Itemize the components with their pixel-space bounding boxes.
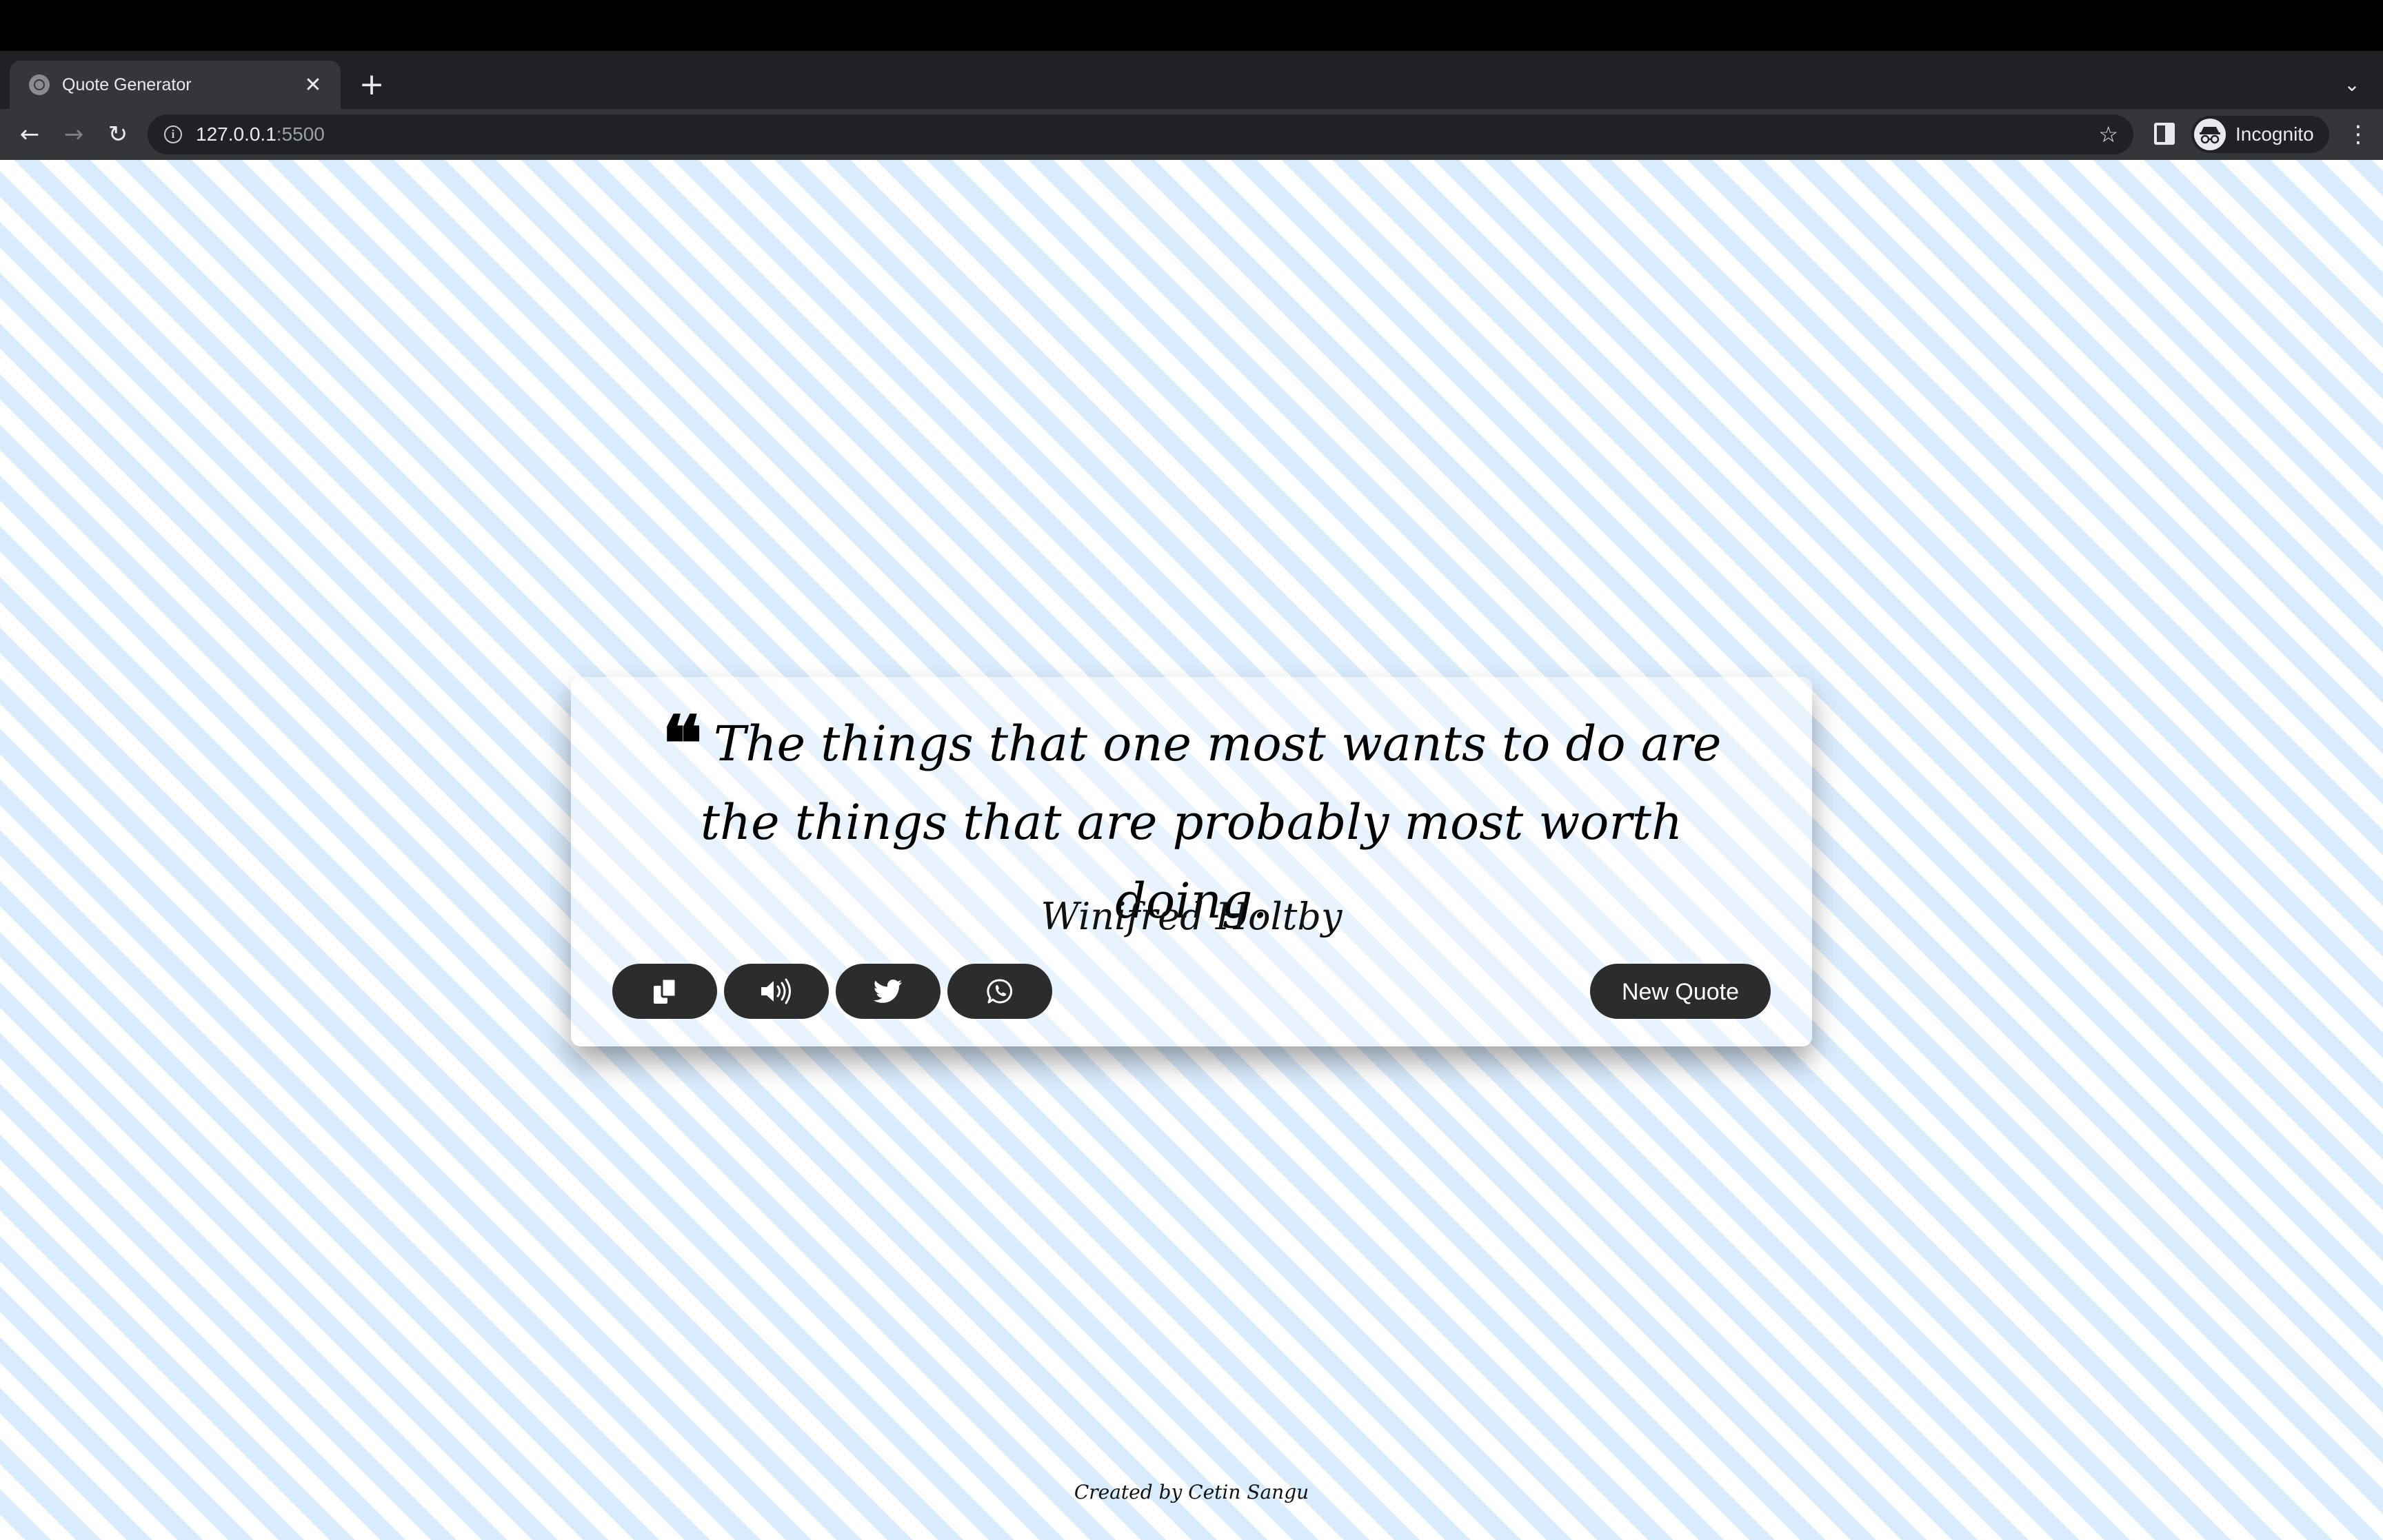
speaker-icon bbox=[758, 977, 794, 1005]
incognito-profile-button[interactable]: Incognito bbox=[2191, 116, 2329, 153]
speak-button[interactable] bbox=[724, 964, 829, 1019]
forward-button[interactable]: → bbox=[54, 114, 94, 154]
page-viewport: ❝ The things that one most wants to do ar… bbox=[0, 160, 2383, 1540]
footer-credit: Created by Cetin Sangu bbox=[1074, 1481, 1309, 1503]
copy-button[interactable] bbox=[612, 964, 717, 1019]
twitter-icon bbox=[874, 979, 903, 1004]
new-quote-button[interactable]: New Quote bbox=[1590, 964, 1771, 1019]
tab-search-chevron-icon[interactable]: ⌄ bbox=[2335, 61, 2369, 109]
new-tab-button[interactable]: + bbox=[354, 61, 389, 109]
tweet-button[interactable] bbox=[836, 964, 941, 1019]
quote-actions bbox=[612, 964, 1059, 1019]
tab-quote-generator[interactable]: Quote Generator ✕ bbox=[10, 61, 341, 109]
whatsapp-icon bbox=[986, 977, 1014, 1005]
side-panel-icon[interactable] bbox=[2154, 123, 2175, 145]
whatsapp-button[interactable] bbox=[947, 964, 1052, 1019]
window-titlebar bbox=[0, 0, 2383, 51]
quote-author: Winifred Holtby bbox=[1040, 895, 1343, 938]
url-text: 127.0.0.1:5500 bbox=[196, 123, 325, 145]
copy-icon bbox=[651, 977, 678, 1005]
globe-icon bbox=[29, 74, 50, 95]
reload-button[interactable]: ↻ bbox=[98, 114, 138, 154]
tab-strip: Quote Generator ✕ + ⌄ bbox=[0, 51, 2383, 109]
incognito-label: Incognito bbox=[2235, 123, 2314, 145]
close-tab-icon[interactable]: ✕ bbox=[301, 73, 325, 97]
quote-left-icon: ❝ bbox=[661, 699, 703, 788]
url-port: :5500 bbox=[276, 123, 325, 145]
quote-card: ❝ The things that one most wants to do ar… bbox=[571, 677, 1812, 1046]
tab-title: Quote Generator bbox=[62, 74, 192, 94]
site-info-icon[interactable]: i bbox=[164, 125, 182, 143]
bookmark-star-icon[interactable]: ☆ bbox=[2098, 114, 2118, 154]
url-host: 127.0.0.1 bbox=[196, 123, 276, 145]
browser-toolbar: ← → ↻ i 127.0.0.1:5500 ☆ Incognito ⋮ bbox=[0, 109, 2383, 160]
address-bar[interactable]: i 127.0.0.1:5500 ☆ bbox=[148, 114, 2133, 154]
incognito-icon bbox=[2194, 119, 2226, 150]
browser-menu-icon[interactable]: ⋮ bbox=[2344, 114, 2372, 154]
back-button[interactable]: ← bbox=[10, 114, 50, 154]
